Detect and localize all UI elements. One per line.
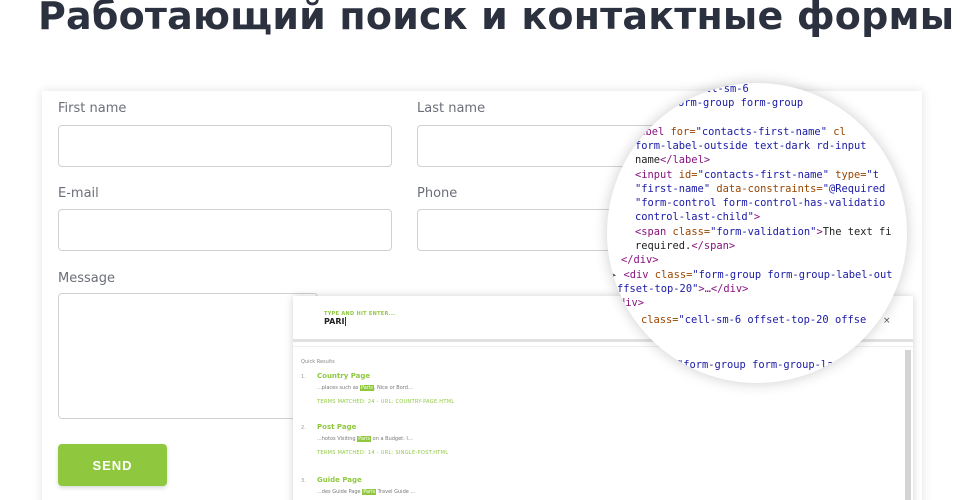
expand-triangle-icon: ▸ — [611, 269, 624, 281]
phone-label: Phone — [417, 186, 458, 201]
code-line: "form-group form-group-la — [677, 359, 834, 371]
code-line: div> — [619, 297, 645, 309]
code-line[interactable]: ▸ <div class="form-group form-group-labe… — [611, 269, 893, 282]
quick-results-heading: Quick Results — [301, 359, 335, 365]
snippet-text: ...places such as — [317, 385, 360, 391]
result-number: 2. — [301, 425, 306, 431]
result-title[interactable]: Guide Page — [317, 476, 362, 484]
snippet-highlight: Paris — [359, 385, 374, 391]
code-line: <input id="contacts-first-name" type="t — [635, 169, 880, 181]
code-line: </div> — [621, 254, 659, 266]
code-line: name</label> — [635, 154, 711, 166]
code-line: "first-name" data-constraints="@Required — [635, 183, 886, 195]
result-snippet: ...des Guide Page Paris Travel Guide ... — [317, 489, 415, 495]
code-line: control-last-child"> — [635, 211, 761, 223]
snippet-text: ...des Guide Page — [317, 489, 363, 495]
devtools-code: ll-sm-6 s="form-group form-group label f… — [607, 83, 907, 383]
code-line: required.</span> — [635, 240, 736, 252]
email-label: E-mail — [58, 186, 99, 201]
first-name-label: First name — [58, 101, 127, 116]
search-input[interactable]: PARI — [324, 317, 347, 326]
snippet-highlight: Paris — [362, 489, 377, 495]
code-line: ffset-top-20">…</div> — [617, 283, 749, 295]
email-input[interactable] — [58, 209, 392, 251]
first-name-input[interactable] — [58, 125, 392, 167]
page-headline: Работающий поиск и контактные формы — [38, 0, 955, 38]
result-meta: TERMS MATCHED: 14 - URL: SINGLE-POST.HTM… — [317, 450, 449, 456]
result-number: 1. — [301, 374, 306, 380]
message-textarea[interactable] — [58, 293, 318, 419]
result-title[interactable]: Post Page — [317, 423, 356, 431]
code-line: s="form-group form-group — [653, 97, 804, 109]
snippet-text: on a Budget: I... — [371, 436, 413, 442]
result-meta: TERMS MATCHED: 24 - URL: COUNTRY-PAGE.HT… — [317, 399, 455, 405]
result-number: 3. — [301, 478, 306, 484]
code-line: form-label-outside text-dark rd-input — [635, 140, 867, 152]
code-line: label for="contacts-first-name" cl — [633, 126, 846, 138]
snippet-text: , Nice or Bord... — [373, 385, 413, 391]
code-line: "form-control form-control-has-validatio — [635, 197, 886, 209]
message-label: Message — [58, 271, 115, 286]
result-snippet: ...hotos Visiting Paris on a Budget: I..… — [317, 436, 413, 442]
snippet-text: Travel Guide ... — [376, 489, 416, 495]
code-line: ll-sm-6 — [705, 83, 749, 95]
snippet-highlight: Paris — [357, 436, 372, 442]
send-button[interactable]: SEND — [58, 444, 167, 486]
snippet-text: ...hotos Visiting — [317, 436, 358, 442]
code-line: <span class="form-validation">The text f… — [635, 226, 892, 238]
search-query-text: PARI — [324, 317, 345, 326]
result-title[interactable]: Country Page — [317, 372, 370, 380]
text-caret — [345, 317, 347, 326]
last-name-label: Last name — [417, 101, 486, 116]
code-line: class="cell-sm-6 offset-top-20 offse — [641, 314, 867, 326]
devtools-magnifier: ll-sm-6 s="form-group form-group label f… — [607, 83, 907, 383]
result-snippet: ...places such as Paris, Nice or Bord... — [317, 385, 413, 391]
